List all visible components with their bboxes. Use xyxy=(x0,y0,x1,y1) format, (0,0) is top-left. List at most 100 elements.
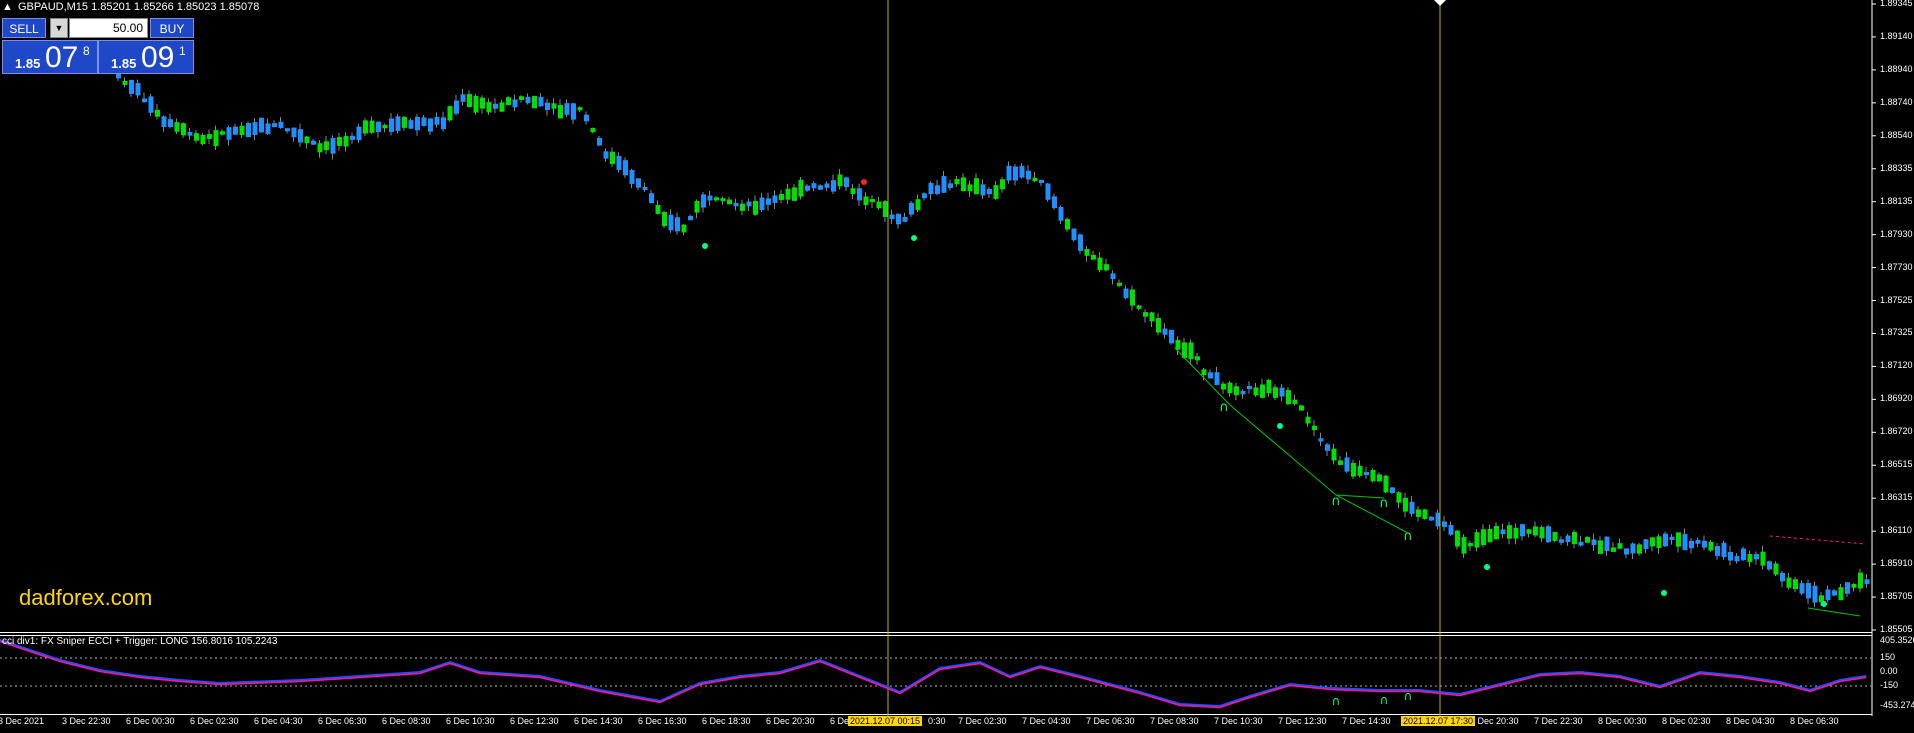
bear-candle xyxy=(265,123,271,134)
time-axis-label: 6 Dec 12:30 xyxy=(510,716,559,726)
bear-candle xyxy=(1741,548,1746,561)
bear-candle xyxy=(428,118,433,132)
cci-axis-label: 405.3526 xyxy=(1880,635,1914,645)
bull-candle xyxy=(304,136,310,144)
price-axis-label: 1.85505 xyxy=(1880,624,1913,634)
bear-candle xyxy=(987,188,992,195)
time-axis-label: 7 Dec 04:30 xyxy=(1022,716,1071,726)
bull-candle xyxy=(1104,264,1109,271)
bear-candle xyxy=(902,216,908,222)
watermark: dadforex.com xyxy=(19,585,153,610)
bear-candle xyxy=(1208,372,1213,379)
bear-candle xyxy=(616,156,622,170)
collapse-triangle-icon[interactable]: ▲ xyxy=(2,1,13,13)
shift-marker-icon xyxy=(1434,0,1446,6)
bear-candle xyxy=(1169,329,1174,344)
bull-candle xyxy=(1156,318,1161,333)
bear-candle xyxy=(824,183,830,188)
bear-candle xyxy=(1039,179,1044,184)
time-axis-label: 6 Dec 02:30 xyxy=(190,716,239,726)
time-axis-label: 3 Dec 22:30 xyxy=(62,716,111,726)
bull-candle xyxy=(1188,342,1194,360)
bear-candle xyxy=(285,128,290,132)
sell-price-main: 07 xyxy=(45,41,79,74)
bear-candle xyxy=(636,178,641,188)
bear-candle xyxy=(1682,534,1688,551)
sell-price-pip: 8 xyxy=(83,44,90,58)
time-axis-label: 6 Dec 06:30 xyxy=(318,716,367,726)
bull-candle xyxy=(1117,282,1122,286)
bull-candle xyxy=(1195,356,1200,361)
bull-candle xyxy=(967,184,973,192)
bear-candle xyxy=(603,151,609,159)
bear-candle xyxy=(545,102,550,110)
bear-candle xyxy=(1780,572,1785,582)
buy-price-box[interactable]: 1.85 09 1 xyxy=(98,40,194,74)
bear-candle xyxy=(1669,536,1675,540)
bear-candle xyxy=(168,119,173,128)
bull-candle xyxy=(590,127,596,133)
bull-candle xyxy=(174,122,180,132)
price-axis-label: 1.87325 xyxy=(1880,327,1913,338)
bull-candle xyxy=(883,201,888,218)
bear-candle xyxy=(1559,539,1564,543)
bull-candle xyxy=(519,96,524,100)
bull-candle xyxy=(1637,544,1642,554)
bear-candle xyxy=(649,193,654,204)
bear-candle xyxy=(1318,438,1324,442)
bull-candle xyxy=(343,135,349,147)
buy-price-main: 09 xyxy=(141,41,175,74)
signal-dot xyxy=(1661,590,1667,596)
bull-candle xyxy=(382,124,388,129)
cci-axis-label: 150 xyxy=(1880,652,1896,662)
sell-price-box[interactable]: 1.85 07 8 xyxy=(2,40,98,74)
bear-candle xyxy=(421,117,427,127)
bear-candle xyxy=(941,176,947,193)
bear-candle xyxy=(298,129,303,143)
bear-candle xyxy=(1162,328,1168,335)
bear-candle xyxy=(1019,165,1025,178)
time-axis-label: 7 Dec 22:30 xyxy=(1534,716,1583,726)
buy-button[interactable]: BUY xyxy=(150,18,194,38)
bull-candle xyxy=(363,120,368,134)
time-axis-label: 6 Dec 04:30 xyxy=(254,716,303,726)
bear-candle xyxy=(493,103,498,109)
bull-candle xyxy=(1481,529,1486,546)
bull-candle xyxy=(727,199,732,205)
cci-main-line xyxy=(0,640,1867,709)
bear-candle xyxy=(642,186,648,190)
bull-candle xyxy=(1143,312,1148,317)
bull-candle xyxy=(369,120,375,133)
overlays: ∩∩ ∩∩ xyxy=(702,0,1867,716)
lot-size-input[interactable]: 50.00 xyxy=(69,18,148,38)
bear-candle xyxy=(1052,196,1057,209)
time-axis-label: 8 Dec 02:30 xyxy=(1662,716,1711,726)
chart-frame xyxy=(0,0,1876,716)
time-axis-label: 7 Dec 14:30 xyxy=(1342,716,1391,726)
bear-candle xyxy=(1832,590,1837,596)
time-axis-label: 7 Dec 08:30 xyxy=(1150,716,1199,726)
bear-candle xyxy=(1734,556,1740,562)
bull-candle xyxy=(785,188,791,200)
bull-candle xyxy=(1773,563,1779,575)
bear-candle xyxy=(246,123,251,138)
price-axis-label: 1.88540 xyxy=(1880,129,1913,140)
lot-dropdown-icon[interactable]: ▼ xyxy=(50,18,68,38)
bull-candle xyxy=(610,151,615,165)
sell-button[interactable]: SELL xyxy=(2,18,46,38)
bear-candle xyxy=(1546,526,1551,543)
bear-candle xyxy=(142,98,147,103)
time-axis-label: 6 Dec 18:30 xyxy=(702,716,751,726)
bear-candle xyxy=(1799,583,1805,594)
time-axis-label: 8 Dec 04:30 xyxy=(1726,716,1775,726)
bear-candle xyxy=(129,79,134,94)
time-axis-label: 3 Dec 2021 xyxy=(0,716,45,726)
bull-candle xyxy=(324,141,329,151)
bull-candle xyxy=(876,201,882,209)
bull-candle xyxy=(1455,530,1460,547)
bear-candle xyxy=(291,127,297,138)
bear-candle xyxy=(1442,521,1447,527)
bear-candle xyxy=(1123,288,1129,299)
chart-canvas[interactable]: ∩∩ ∩∩ ∩ ∩ ∩ xyxy=(0,0,1914,733)
indicator-label: cci div1: FX Sniper ECCI + Trigger: LONG… xyxy=(2,636,278,647)
